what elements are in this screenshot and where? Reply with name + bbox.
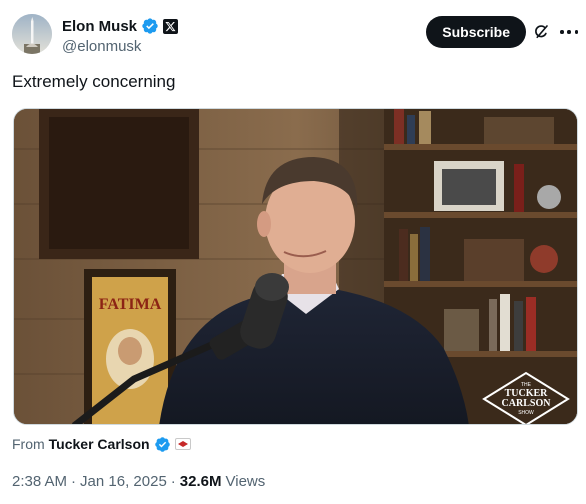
- verified-badge-icon[interactable]: [154, 436, 171, 453]
- views-label: Views: [225, 473, 266, 490]
- media-source: From Tucker Carlson: [12, 435, 191, 453]
- poster-text: FATIMA: [99, 296, 162, 313]
- logo-text-carlson: CARLSON: [502, 398, 552, 409]
- tweet-text: Extremely concerning: [12, 72, 176, 91]
- source-name[interactable]: Tucker Carlson: [49, 436, 150, 452]
- author-handle[interactable]: @elonmusk: [62, 38, 178, 55]
- more-dots-icon[interactable]: [560, 23, 578, 41]
- tweet-time[interactable]: 2:38 AM: [12, 473, 67, 490]
- tweet-meta: 2:38 AM · Jan 16, 2025 · 32.6M Views: [12, 473, 265, 490]
- tweet-date[interactable]: Jan 16, 2025: [80, 473, 167, 490]
- avatar-image: [12, 14, 52, 54]
- avatar[interactable]: [12, 14, 52, 54]
- verified-badge-icon[interactable]: [141, 17, 159, 35]
- source-prefix: From: [12, 436, 45, 452]
- video-frame: FATIMA THE TUCKER CARLSON SHOW: [14, 109, 577, 424]
- x-logo-icon[interactable]: [163, 18, 179, 34]
- grok-icon[interactable]: [532, 23, 550, 41]
- meta-separator: ·: [170, 473, 176, 490]
- views-count: 32.6M: [179, 473, 222, 490]
- subscribe-button[interactable]: Subscribe: [426, 16, 526, 48]
- tweet-header: Elon Musk @elonmusk Subscribe: [12, 14, 578, 58]
- video-player[interactable]: FATIMA THE TUCKER CARLSON SHOW: [13, 108, 578, 425]
- meta-separator: ·: [71, 473, 77, 490]
- author-names: Elon Musk @elonmusk: [62, 16, 179, 55]
- author-display-name[interactable]: Elon Musk: [62, 18, 137, 35]
- logo-text-show: SHOW: [518, 410, 534, 416]
- tucker-carlson-network-icon[interactable]: [174, 438, 191, 450]
